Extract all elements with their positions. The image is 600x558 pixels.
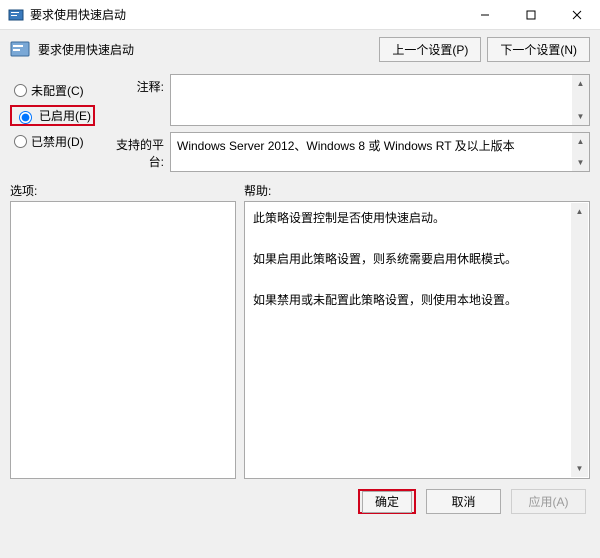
subheader: 要求使用快速启动 上一个设置(P) 下一个设置(N): [0, 30, 600, 68]
policy-title: 要求使用快速启动: [38, 41, 134, 58]
help-label: 帮助:: [244, 182, 590, 199]
dialog-footer: 确定 取消 应用(A): [0, 479, 600, 514]
comment-textbox[interactable]: ▲▼: [170, 74, 590, 126]
window-title: 要求使用快速启动: [30, 6, 462, 23]
state-radio-group: 未配置(C) 已启用(E) 已禁用(D): [14, 74, 114, 178]
chevron-up-icon[interactable]: ▲: [571, 203, 588, 220]
apply-button[interactable]: 应用(A): [511, 489, 586, 514]
help-pane: 此策略设置控制是否使用快速启动。 如果启用此策略设置，则系统需要启用休眠模式。 …: [244, 201, 590, 479]
radio-not-configured[interactable]: 未配置(C): [14, 82, 114, 99]
close-button[interactable]: [554, 0, 600, 30]
radio-not-configured-label: 未配置(C): [31, 82, 84, 99]
options-pane: [10, 201, 236, 479]
help-text-1: 此策略设置控制是否使用快速启动。: [253, 208, 567, 228]
title-bar: 要求使用快速启动: [0, 0, 600, 30]
cancel-button[interactable]: 取消: [426, 489, 501, 514]
chevron-down-icon[interactable]: ▼: [572, 108, 589, 125]
radio-enabled-label: 已启用(E): [39, 107, 91, 124]
options-label: 选项:: [10, 182, 236, 199]
chevron-down-icon[interactable]: ▼: [571, 460, 588, 477]
app-icon: [8, 7, 24, 23]
help-scrollbar[interactable]: ▲▼: [571, 203, 588, 477]
radio-disabled[interactable]: 已禁用(D): [14, 133, 114, 150]
help-text-2: 如果启用此策略设置，则系统需要启用休眠模式。: [253, 249, 567, 269]
chevron-down-icon[interactable]: ▼: [572, 154, 589, 171]
radio-enabled[interactable]: 已启用(E): [10, 105, 95, 126]
platform-scrollbar[interactable]: ▲▼: [572, 133, 589, 171]
platform-textbox: Windows Server 2012、Windows 8 或 Windows …: [170, 132, 590, 172]
radio-not-configured-input[interactable]: [14, 84, 27, 97]
minimize-button[interactable]: [462, 0, 508, 30]
help-text-3: 如果禁用或未配置此策略设置，则使用本地设置。: [253, 290, 567, 310]
chevron-up-icon[interactable]: ▲: [572, 133, 589, 150]
comment-label: 注释:: [114, 74, 170, 126]
comment-scrollbar[interactable]: ▲▼: [572, 75, 589, 125]
next-setting-button[interactable]: 下一个设置(N): [487, 37, 590, 62]
chevron-up-icon[interactable]: ▲: [572, 75, 589, 92]
prev-setting-button[interactable]: 上一个设置(P): [379, 37, 481, 62]
maximize-button[interactable]: [508, 0, 554, 30]
radio-enabled-input[interactable]: [19, 111, 32, 124]
policy-icon: [10, 40, 30, 58]
radio-disabled-input[interactable]: [14, 135, 27, 148]
platform-label: 支持的平台:: [114, 132, 170, 172]
radio-disabled-label: 已禁用(D): [31, 133, 84, 150]
ok-button[interactable]: 确定: [362, 491, 412, 513]
platform-text: Windows Server 2012、Windows 8 或 Windows …: [177, 139, 515, 153]
